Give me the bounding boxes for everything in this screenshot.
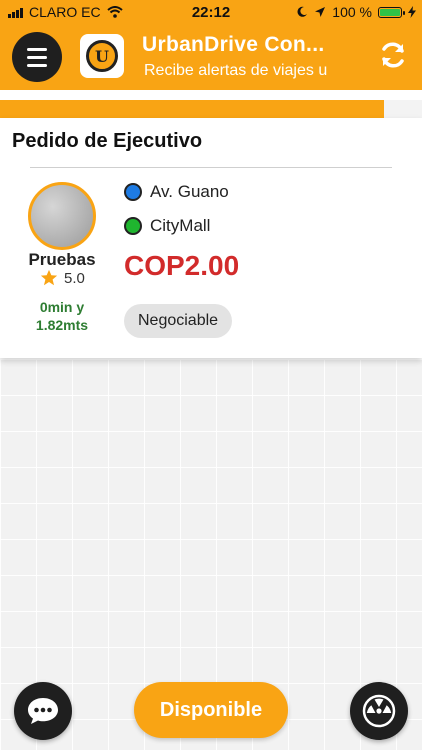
battery-percent: 100 % (332, 4, 372, 20)
negotiable-badge: Negociable (124, 304, 233, 338)
location-arrow-icon (315, 7, 326, 17)
charging-bolt-icon (408, 6, 416, 18)
app-title: UrbanDrive Con... (142, 33, 325, 56)
trip-price: COP2.00 (124, 250, 240, 281)
panic-button[interactable] (350, 682, 408, 740)
passenger-rating: 5.0 (40, 269, 85, 287)
progress-bar (0, 100, 422, 118)
chat-bubble-icon (28, 698, 58, 724)
eta-info: 0min y 1.82mts (12, 298, 112, 334)
origin-row: Av. Guano (124, 182, 229, 202)
passenger-avatar (28, 182, 96, 250)
app-logo: U (80, 34, 124, 78)
radiation-alert-icon (362, 694, 396, 728)
hamburger-menu-button[interactable] (12, 32, 62, 82)
destination-dot-icon (124, 217, 142, 235)
chat-button[interactable] (14, 682, 72, 740)
destination-address: CityMall (150, 216, 211, 235)
moon-icon (297, 6, 308, 17)
origin-dot-icon (124, 183, 142, 201)
logo-icon: U (86, 40, 118, 72)
battery-icon (378, 6, 405, 18)
passenger-name: Pruebas (28, 250, 96, 269)
eta-distance: 1.82mts (35, 317, 89, 333)
rating-value: 5.0 (64, 269, 85, 287)
star-icon (40, 269, 58, 286)
available-button[interactable]: Disponible (134, 682, 288, 738)
order-card[interactable]: Pedido de Ejecutivo Pruebas 5.0 0min y 1… (0, 118, 422, 358)
status-bar: CLARO EC 22:12 100 % (0, 0, 422, 24)
divider (30, 167, 392, 168)
progress-fill (0, 100, 385, 118)
origin-address: Av. Guano (150, 182, 229, 201)
order-title: Pedido de Ejecutivo (12, 130, 203, 152)
refresh-icon[interactable] (378, 40, 408, 70)
eta-time: 0min y (39, 299, 85, 315)
app-subtitle: Recibe alertas de viajes u (144, 62, 328, 79)
destination-row: CityMall (124, 216, 210, 236)
app-header: U UrbanDrive Con... Recibe alertas de vi… (0, 24, 422, 90)
